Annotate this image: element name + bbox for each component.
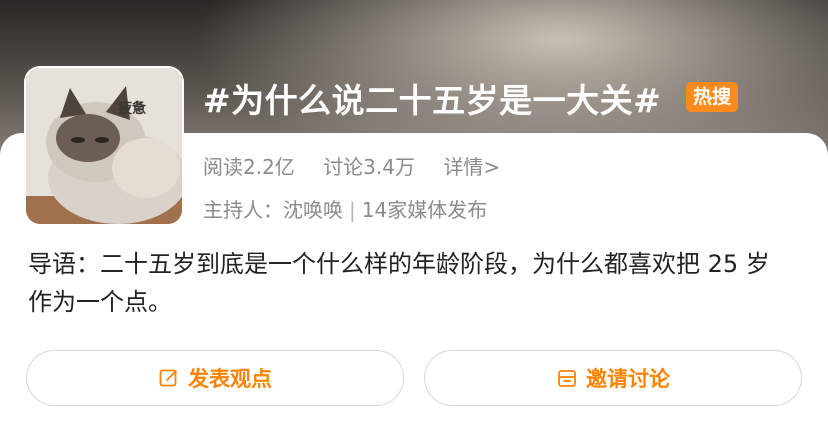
host-info: 主持人：沈唤唤 | 14家媒体发布	[203, 194, 487, 223]
cover-caption: 疲惫	[118, 101, 146, 117]
invite-icon	[556, 367, 578, 389]
invite-discussion-button[interactable]: 邀请讨论	[424, 350, 802, 406]
post-opinion-button[interactable]: 发表观点	[26, 350, 404, 406]
media-count[interactable]: 14家媒体发布	[362, 198, 487, 222]
host-separator: |	[349, 198, 356, 222]
detail-link[interactable]: 详情>	[443, 155, 500, 179]
post-opinion-label: 发表观点	[188, 367, 272, 391]
invite-discussion-label: 邀请讨论	[586, 367, 670, 391]
hot-badge: 热搜	[686, 82, 738, 112]
topic-cover-image[interactable]: 疲惫	[26, 68, 182, 224]
host-name[interactable]: 主持人：沈唤唤	[203, 198, 343, 222]
topic-title: #为什么说二十五岁是一大关#	[203, 81, 662, 120]
edit-icon	[158, 367, 180, 389]
topic-intro: 导语：二十五岁到底是一个什么样的年龄阶段，为什么都喜欢把 25 岁作为一个点。	[28, 250, 770, 316]
topic-stats: 阅读2.2亿 讨论3.4万 详情>	[203, 151, 500, 180]
discussion-count: 讨论3.4万	[323, 155, 415, 179]
cat-photo-icon	[26, 68, 182, 224]
read-count: 阅读2.2亿	[203, 155, 295, 179]
